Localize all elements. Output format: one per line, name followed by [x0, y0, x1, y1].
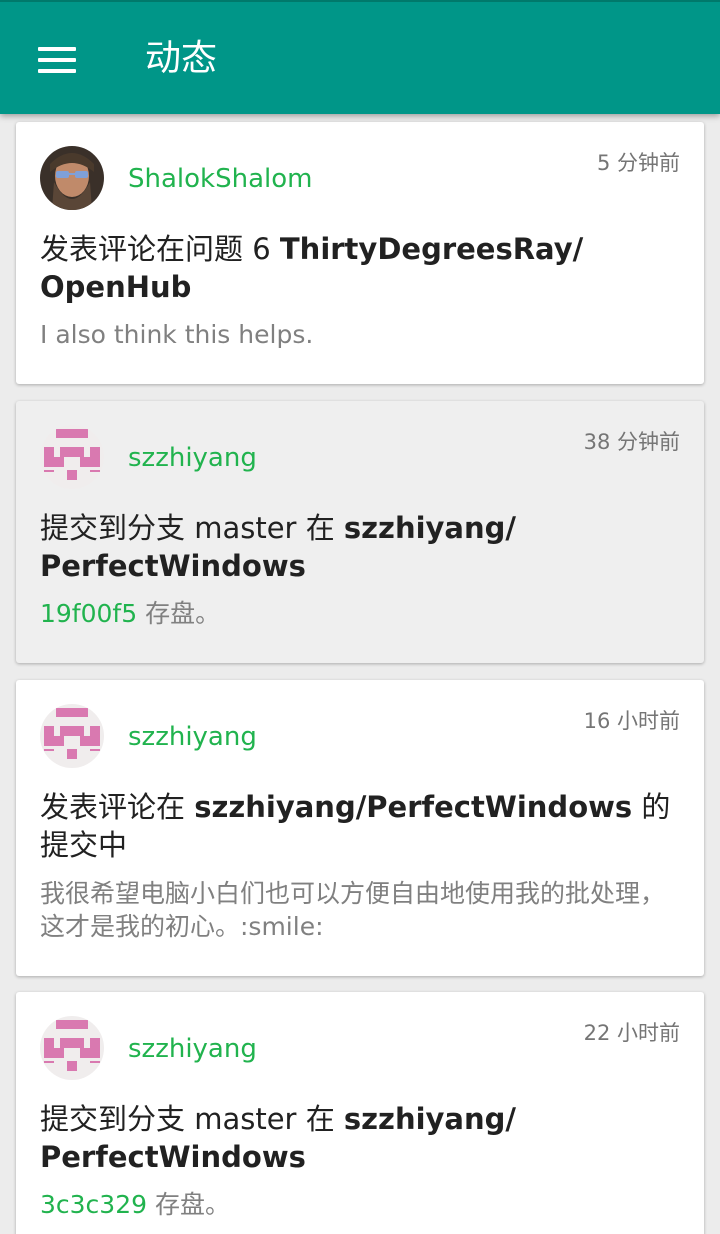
activity-title: 提交到分支 master 在 szzhiyang/ PerfectWindows	[40, 511, 516, 583]
username-link[interactable]: szzhiyang	[128, 441, 257, 475]
menu-icon[interactable]	[24, 28, 88, 88]
username-link[interactable]: szzhiyang	[128, 1032, 257, 1066]
timestamp: 38 分钟前	[583, 430, 680, 454]
avatar[interactable]	[40, 146, 104, 210]
timestamp: 16 小时前	[583, 709, 680, 733]
activity-title: 提交到分支 master 在 szzhiyang/ PerfectWindows	[40, 1102, 516, 1174]
activity-body: 19f00f5 存盘。	[40, 599, 221, 628]
identicon-avatar[interactable]	[40, 425, 104, 489]
commit-sha-link[interactable]: 3c3c329	[40, 1190, 147, 1219]
activity-body: I also think this helps.	[40, 320, 314, 349]
feed-item[interactable]: szzhiyang 22 小时前 提交到分支 master 在 szzhiyan…	[16, 992, 704, 1234]
username-link[interactable]: szzhiyang	[128, 720, 257, 754]
identicon-avatar[interactable]	[40, 1016, 104, 1080]
page-title: 动态	[145, 38, 218, 79]
repo-link[interactable]: szzhiyang/PerfectWindows	[194, 790, 632, 824]
identicon-avatar[interactable]	[40, 704, 104, 768]
app-bar: 动态	[0, 0, 720, 114]
feed-item[interactable]: szzhiyang 16 小时前 发表评论在 szzhiyang/Perfect…	[16, 680, 704, 976]
commit-sha-link[interactable]: 19f00f5	[40, 599, 137, 628]
timestamp: 5 分钟前	[596, 151, 680, 175]
feed-item[interactable]: ShalokShalom 5 分钟前 发表评论在问题 6 ThirtyDegre…	[16, 122, 704, 384]
activity-body: 3c3c329 存盘。	[40, 1190, 230, 1219]
timestamp: 22 小时前	[583, 1021, 680, 1045]
activity-title: 发表评论在问题 6 ThirtyDegreesRay/ OpenHub	[40, 232, 584, 304]
activity-body: 我很希望电脑小白们也可以方便自由地使用我的批处理，这才是我的初心。:smile:	[40, 879, 666, 941]
activity-title: 发表评论在 szzhiyang/PerfectWindows 的提交中	[40, 790, 671, 862]
feed-item[interactable]: szzhiyang 38 分钟前 提交到分支 master 在 szzhiyan…	[16, 401, 704, 663]
activity-feed[interactable]: ShalokShalom 5 分钟前 发表评论在问题 6 ThirtyDegre…	[0, 114, 720, 1234]
username-link[interactable]: ShalokShalom	[128, 162, 312, 196]
